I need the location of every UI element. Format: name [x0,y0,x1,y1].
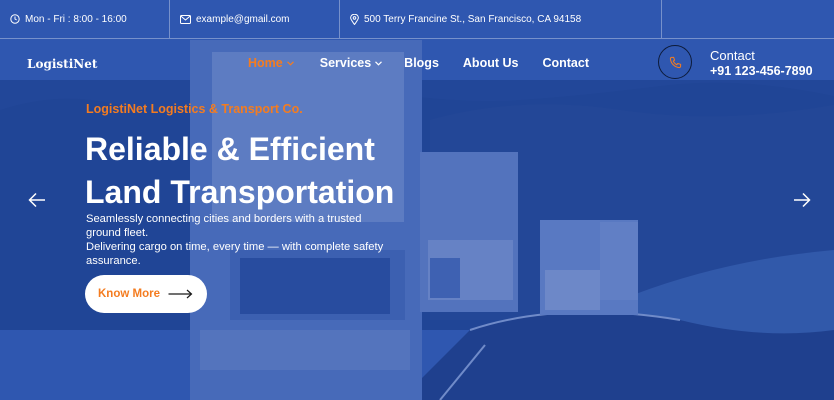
arrow-right-icon[interactable] [793,192,811,208]
hero-headline-line1: Reliable & Efficient [85,131,375,167]
nav-item-label: About Us [462,56,519,70]
email-text[interactable]: example@gmail.com [196,14,290,25]
nav-item-home[interactable]: Home [248,56,294,70]
hero-description: Seamlessly connecting cities and borders… [86,212,396,268]
chevron-down-icon [286,60,294,66]
hours-text: Mon - Fri : 8:00 - 16:00 [25,13,127,25]
nav-item-blogs[interactable]: Blogs [404,56,439,70]
know-more-label: Know More [98,288,160,300]
site-logo[interactable]: LogistiNet [27,57,97,71]
nav-item-label: Home [248,56,283,70]
nav-item-contact[interactable]: Contact [542,56,589,70]
topbar-empty-cell [662,0,834,38]
know-more-button[interactable]: Know More [85,275,207,313]
phone-button[interactable] [658,45,692,79]
nav-item-label: Blogs [404,56,439,70]
hero-headline: Reliable & Efficient Land Transportation [85,128,505,214]
email-cell[interactable]: example@gmail.com [170,0,340,38]
long-arrow-right-icon [168,289,193,299]
address-cell: 500 Terry Francine St., San Francisco, C… [340,0,662,38]
contact-label: Contact [710,48,755,63]
address-text: 500 Terry Francine St., San Francisco, C… [364,13,582,25]
hero-headline-line2: Land Transportation [85,174,395,210]
mail-icon [180,14,191,24]
nav-item-about-us[interactable]: About Us [463,56,519,70]
top-info-bar: Mon - Fri : 8:00 - 16:00 example@gmail.c… [0,0,834,39]
clock-icon [10,14,20,24]
hero-description-line2: Delivering cargo on time, every time — w… [86,241,384,267]
nav-item-services[interactable]: Services [319,56,383,70]
phone-icon [669,56,681,68]
nav-item-label: Contact [542,56,589,70]
location-pin-icon [350,13,359,25]
contact-phone[interactable]: +91 123-456-7890 [710,64,813,78]
nav-item-label: Services [319,56,372,70]
hero-description-line1: Seamlessly connecting cities and borders… [86,213,362,239]
hours-cell: Mon - Fri : 8:00 - 16:00 [0,0,170,38]
arrow-left-icon[interactable] [28,192,46,208]
main-nav: Home Services Blogs About Us Contact [248,56,589,70]
chevron-down-icon [375,60,383,66]
hero-tagline: LogistiNet Logistics & Transport Co. [86,102,303,116]
